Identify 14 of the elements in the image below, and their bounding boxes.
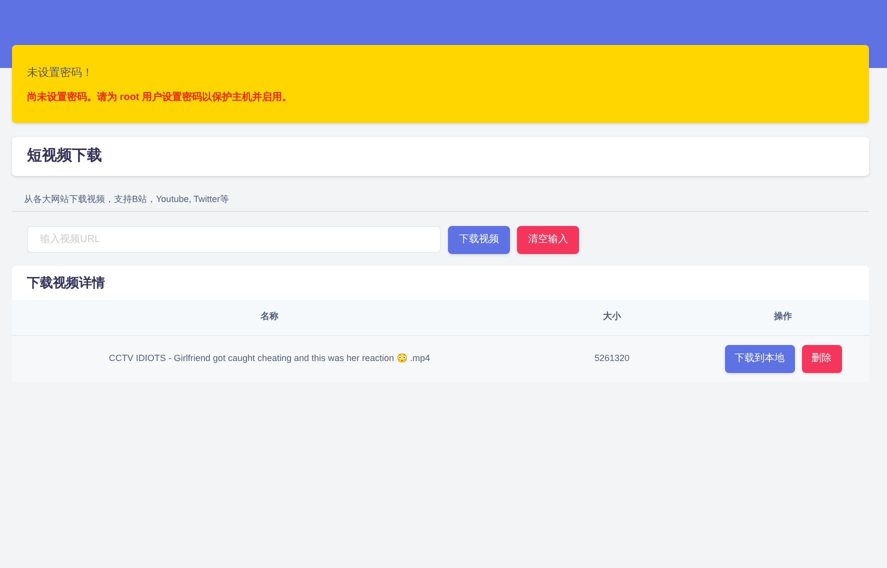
column-header: 名称 (260, 310, 280, 324)
column-header: 大小 (602, 310, 622, 324)
download-video-button[interactable]: 下载视频 (448, 226, 510, 254)
alert-message: 尚未设置密码。请为 root 用户设置密码以保护主机并启用。 (27, 90, 293, 104)
save-local-button[interactable]: 下载到本地 (724, 344, 794, 372)
table-cell-text: 5261320 (593, 352, 631, 365)
table-cell-text: CCTV IDIOTS - Girlfriend got caught cheating and this was her reaction 😳 .mp4 (108, 352, 432, 365)
section-description: 从各大网站下载视频，支持B站，Youtube, Twitter等 (24, 194, 230, 204)
delete-button[interactable]: 删除 (802, 344, 842, 372)
details-title: 下载视频详情 (27, 274, 105, 292)
alert-title: 未设置密码！ (27, 66, 94, 81)
clear-input-button[interactable]: 清空输入 (517, 226, 579, 254)
column-header: 操作 (773, 310, 793, 324)
section-title: 短视频下载 (27, 146, 102, 166)
